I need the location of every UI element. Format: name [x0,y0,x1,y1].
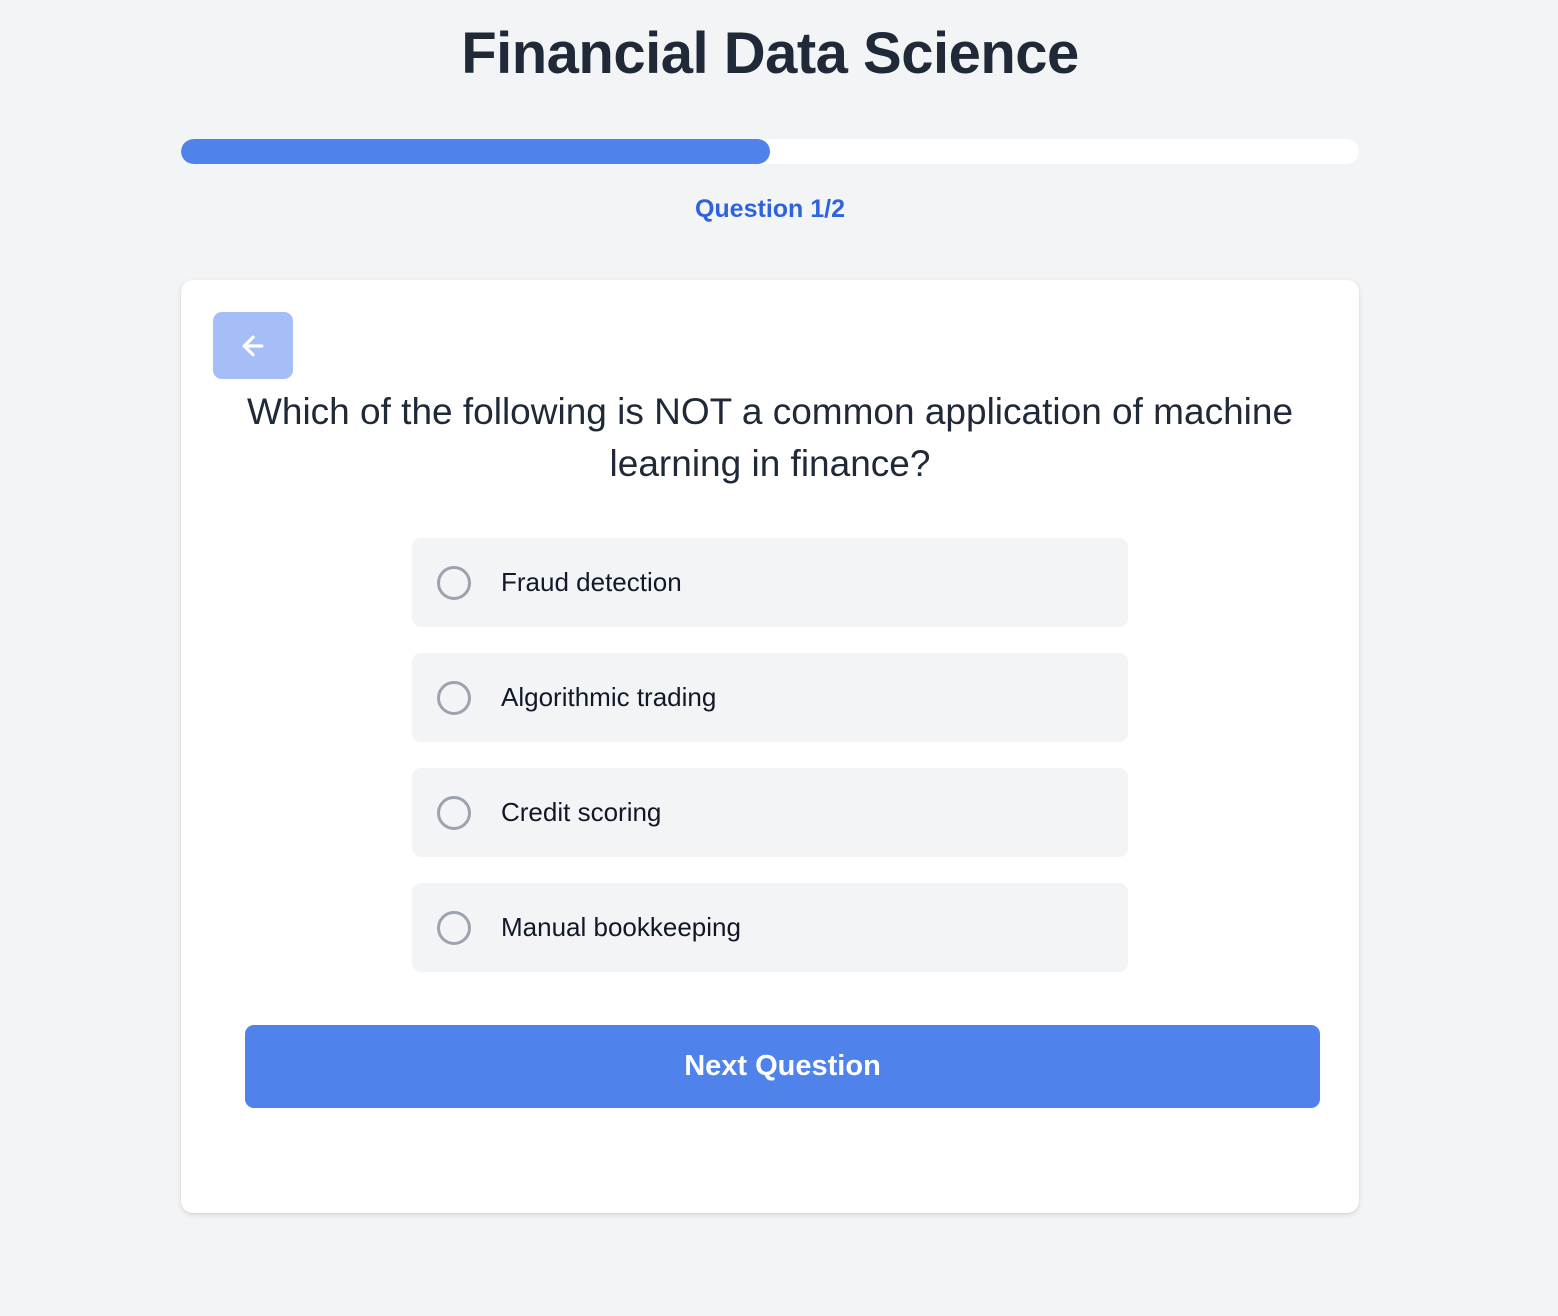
back-button[interactable] [213,312,293,379]
answer-option[interactable]: Fraud detection [412,538,1128,627]
radio-button[interactable] [437,795,471,830]
answer-options: Fraud detection Algorithmic trading Cred… [412,538,1128,998]
radio-button[interactable] [437,565,471,600]
arrow-left-icon [242,335,264,356]
answer-option-label: Fraud detection [501,567,682,597]
question-text: Which of the following is NOT a common a… [246,391,1294,484]
answer-option-label: Credit scoring [501,797,662,827]
answer-option-label: Algorithmic trading [501,682,717,712]
question-card: Which of the following is NOT a common a… [181,280,1359,1213]
answer-option[interactable]: Manual bookkeeping [412,883,1128,972]
answer-option[interactable]: Algorithmic trading [412,653,1128,742]
radio-button[interactable] [437,680,471,715]
progress-bar-fill [181,139,770,164]
radio-button[interactable] [437,910,471,945]
answer-option-label: Manual bookkeeping [501,912,741,942]
answer-option[interactable]: Credit scoring [412,768,1128,857]
page-title: Financial Data Science [461,21,1079,86]
progress-label: Question 1/2 [694,195,846,223]
next-question-button[interactable]: Next Question [245,1025,1320,1108]
progress-bar [181,139,1359,164]
